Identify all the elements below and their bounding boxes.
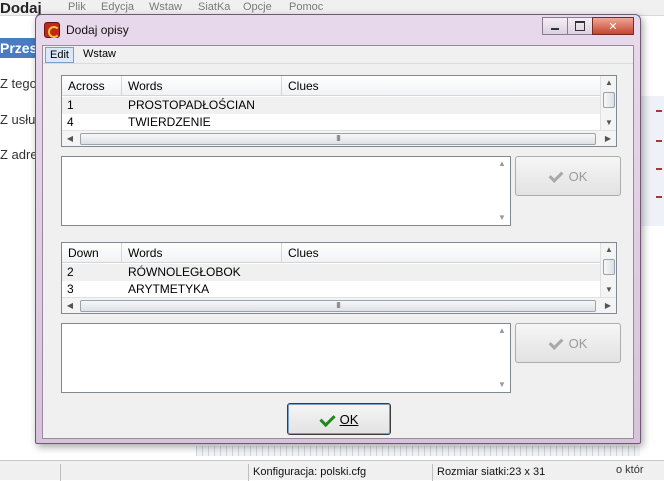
checkmark-icon — [549, 337, 563, 349]
dialog-menubar: Edit Wstaw — [43, 46, 633, 64]
row-word: RÓWNOLEGŁOBOK — [128, 265, 241, 279]
table-row[interactable]: 3 ARYTMETYKA — [62, 281, 602, 298]
row-word: TWIERDZENIE — [128, 115, 211, 129]
row-number: 4 — [67, 115, 74, 129]
close-button[interactable]: ✕ — [592, 17, 634, 35]
bg-status-empty — [60, 464, 248, 481]
scroll-up-icon[interactable]: ▲ — [601, 243, 617, 257]
row-number: 3 — [67, 282, 74, 296]
across-list[interactable]: Across Words Clues 1 PROSTOPADŁOŚCIAN 4 … — [61, 75, 617, 147]
down-vertical-scrollbar[interactable]: ▲ ▼ — [600, 243, 616, 297]
scroll-thumb[interactable] — [603, 92, 615, 108]
bg-menu-wstaw[interactable]: Wstaw — [149, 1, 182, 13]
down-ok-button[interactable]: OK — [515, 323, 621, 363]
scroll-up-icon[interactable]: ▲ — [494, 324, 510, 338]
table-row[interactable]: 2 RÓWNOLEGŁOBOK — [62, 264, 602, 281]
menu-wstaw[interactable]: Wstaw — [79, 47, 120, 63]
across-ok-button[interactable]: OK — [515, 156, 621, 196]
dialog-client-area: Edit Wstaw Across Words Clues 1 PROSTOPA… — [42, 45, 634, 439]
scroll-left-icon[interactable]: ◀ — [62, 298, 78, 314]
across-horizontal-scrollbar[interactable]: ◀ III ▶ — [62, 130, 616, 146]
bg-status-grid-size: Rozmiar siatki:23 x 31 — [432, 464, 612, 481]
column-header-clues[interactable]: Clues — [282, 76, 602, 96]
bg-menu-opcje[interactable]: Opcje — [243, 1, 272, 13]
column-header-across[interactable]: Across — [62, 76, 122, 96]
column-header-clues[interactable]: Clues — [282, 243, 602, 263]
down-horizontal-scrollbar[interactable]: ◀ III ▶ — [62, 297, 616, 313]
bg-text-line: Z adre — [0, 147, 38, 162]
scroll-thumb[interactable]: III — [80, 300, 596, 312]
table-row[interactable]: 1 PROSTOPADŁOŚCIAN — [62, 97, 602, 114]
bg-text-tail: o któr — [616, 464, 644, 476]
bg-menu-edycja[interactable]: Edycja — [101, 1, 134, 13]
bg-status-config: Konfiguracja: polski.cfg — [248, 464, 432, 481]
scroll-right-icon[interactable]: ▶ — [600, 298, 616, 314]
scroll-thumb[interactable] — [603, 259, 615, 275]
scroll-up-icon[interactable]: ▲ — [601, 76, 617, 90]
table-row[interactable]: 4 TWIERDZENIE — [62, 114, 602, 131]
menu-edit[interactable]: Edit — [45, 47, 74, 63]
scroll-down-icon[interactable]: ▼ — [494, 211, 510, 225]
row-word: PROSTOPADŁOŚCIAN — [128, 98, 255, 112]
scroll-thumb[interactable]: III — [80, 133, 596, 145]
scroll-down-icon[interactable]: ▼ — [601, 283, 617, 297]
column-header-words[interactable]: Words — [122, 76, 282, 96]
bg-ruler — [196, 446, 640, 456]
row-word: ARYTMETYKA — [128, 282, 210, 296]
scroll-up-icon[interactable]: ▲ — [494, 157, 510, 171]
textarea-scrollbar[interactable]: ▲ ▼ — [494, 324, 510, 392]
button-label: OK — [568, 335, 588, 351]
app-icon — [44, 22, 60, 38]
add-clues-dialog: Dodaj opisy ✕ Edit Wstaw Across Words Cl… — [35, 14, 641, 444]
dialog-title: Dodaj opisy — [66, 23, 129, 37]
across-clue-input[interactable]: ▲ ▼ — [61, 156, 511, 226]
bg-section-label: Przes — [0, 38, 40, 58]
bg-side-panel — [640, 96, 664, 226]
bg-text-line: Z tego — [0, 76, 37, 91]
bg-statusbar: Konfiguracja: polski.cfg Rozmiar siatki:… — [0, 460, 664, 481]
row-number: 2 — [67, 265, 74, 279]
checkmark-icon — [549, 170, 563, 182]
scroll-down-icon[interactable]: ▼ — [494, 378, 510, 392]
checkmark-icon — [320, 413, 334, 425]
bg-menu-pomoc[interactable]: Pomoc — [289, 1, 323, 13]
window-controls: ✕ — [542, 17, 634, 35]
ok-button[interactable]: OK — [287, 403, 391, 435]
textarea-scrollbar[interactable]: ▲ ▼ — [494, 157, 510, 225]
row-number: 1 — [67, 98, 74, 112]
button-label: OK — [339, 411, 359, 427]
bg-menu-siatka[interactable]: SiatKa — [198, 1, 230, 13]
down-list[interactable]: Down Words Clues 2 RÓWNOLEGŁOBOK 3 ARYTM… — [61, 242, 617, 314]
scroll-left-icon[interactable]: ◀ — [62, 131, 78, 147]
maximize-button[interactable] — [567, 17, 593, 35]
column-header-down[interactable]: Down — [62, 243, 122, 263]
bg-menu-plik[interactable]: Plik — [68, 1, 86, 13]
down-clue-input[interactable]: ▲ ▼ — [61, 323, 511, 393]
across-vertical-scrollbar[interactable]: ▲ ▼ — [600, 76, 616, 130]
across-list-header: Across Words Clues — [62, 76, 602, 96]
minimize-button[interactable] — [542, 17, 568, 35]
column-header-words[interactable]: Words — [122, 243, 282, 263]
close-icon: ✕ — [608, 20, 618, 33]
down-list-header: Down Words Clues — [62, 243, 602, 263]
dialog-titlebar[interactable]: Dodaj opisy ✕ — [36, 15, 640, 45]
scroll-right-icon[interactable]: ▶ — [600, 131, 616, 147]
bg-text-line: Z usłu — [0, 112, 36, 127]
scroll-down-icon[interactable]: ▼ — [601, 116, 617, 130]
button-label: OK — [568, 168, 588, 184]
